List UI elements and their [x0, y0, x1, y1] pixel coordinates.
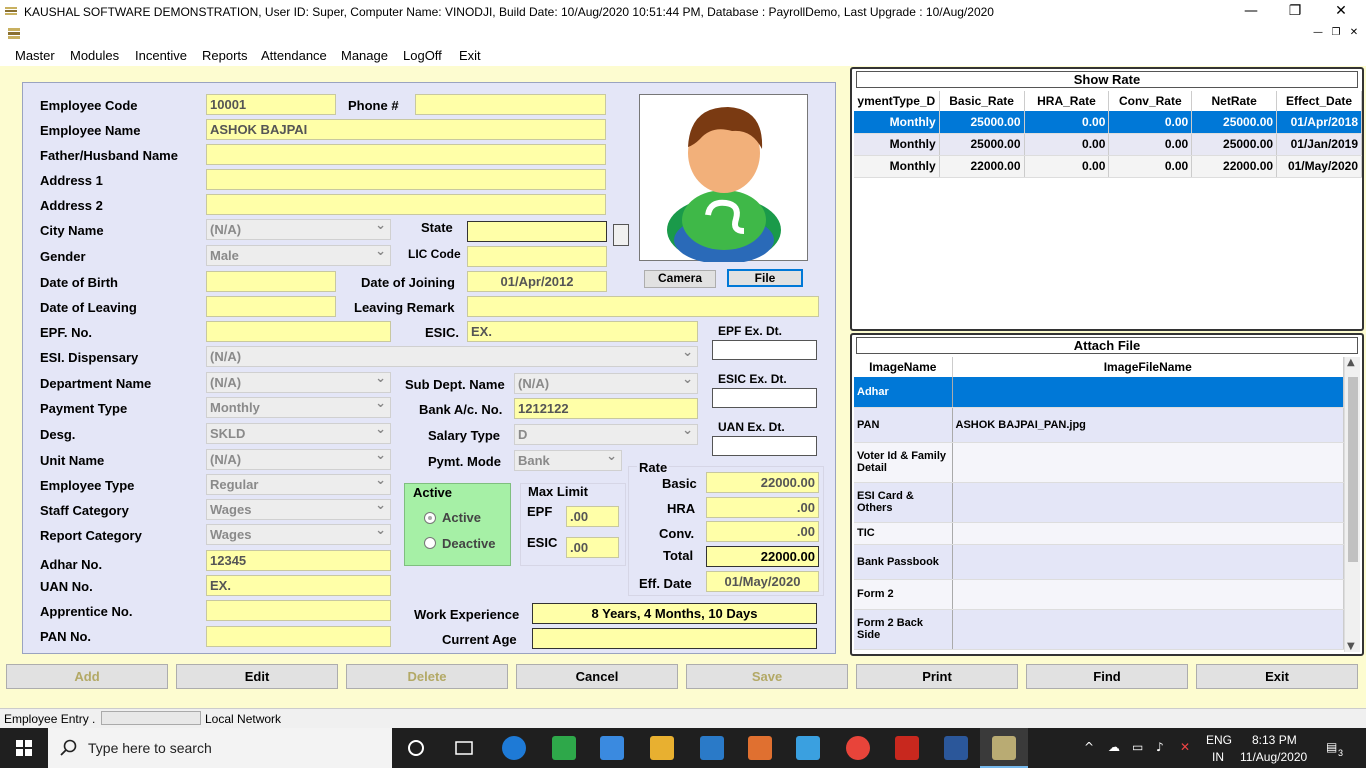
language-region[interactable]: IN	[1212, 750, 1224, 764]
minimize-icon[interactable]: —	[1228, 0, 1274, 24]
cloud-icon[interactable]: ☁	[1108, 740, 1120, 754]
mdi-bar: — ❐ ✕	[0, 24, 1366, 44]
menu-modules[interactable]: Modules	[70, 48, 119, 63]
title-bar: KAUSHAL SOFTWARE DEMONSTRATION, User ID:…	[0, 0, 1366, 24]
search-icon	[60, 739, 77, 756]
notification-icon[interactable]: ▤	[1326, 740, 1337, 754]
status-right-text: Local Network	[205, 712, 282, 726]
active-app-highlight	[980, 728, 1028, 768]
store-icon[interactable]	[600, 736, 624, 760]
find-button[interactable]: Find	[1026, 664, 1188, 689]
maximize-icon[interactable]: ❐	[1272, 0, 1318, 24]
cortana-icon[interactable]	[404, 736, 428, 760]
add-button[interactable]: Add	[6, 664, 168, 689]
menu-incentive[interactable]: Incentive	[135, 48, 187, 63]
exit-button[interactable]: Exit	[1196, 664, 1358, 689]
menu-bar: Master Modules Incentive Reports Attenda…	[0, 44, 1366, 66]
menu-attendance[interactable]: Attendance	[261, 48, 327, 63]
meeting-icon[interactable]	[796, 736, 820, 760]
task-view-icon[interactable]	[452, 736, 476, 760]
status-bar: Employee Entry . Local Network	[0, 708, 1366, 728]
search-placeholder: Type here to search	[88, 740, 212, 756]
cancel-button[interactable]: Cancel	[516, 664, 678, 689]
clock-time[interactable]: 8:13 PM	[1252, 733, 1297, 747]
jd-app-icon[interactable]	[552, 736, 576, 760]
file-explorer-icon[interactable]	[650, 736, 674, 760]
mdi-minimize-icon[interactable]: —	[1310, 26, 1326, 40]
pdf-reader-icon[interactable]	[895, 736, 919, 760]
status-left-text: Employee Entry .	[4, 712, 96, 726]
mail-icon[interactable]	[700, 736, 724, 760]
print-button[interactable]: Print	[856, 664, 1018, 689]
mdi-close-icon[interactable]: ✕	[1346, 26, 1362, 40]
save-button[interactable]: Save	[686, 664, 848, 689]
network-icon[interactable]: ▭	[1132, 740, 1143, 754]
action-bar: Add Edit Delete Cancel Save Print Find E…	[0, 66, 1366, 708]
edge-icon[interactable]	[502, 736, 526, 760]
menu-manage[interactable]: Manage	[341, 48, 388, 63]
close-icon[interactable]: ✕	[1318, 0, 1364, 24]
taskbar: Type here to search ^ ☁ ▭ ♪ ✕ ENG IN 8:1…	[0, 728, 1366, 768]
document-icon	[8, 28, 20, 39]
delete-button[interactable]: Delete	[346, 664, 508, 689]
tray-chevron-icon[interactable]: ^	[1084, 740, 1094, 754]
notification-count: 3	[1338, 748, 1344, 758]
clock-date[interactable]: 11/Aug/2020	[1240, 750, 1307, 764]
menu-reports[interactable]: Reports	[202, 48, 248, 63]
word-icon[interactable]	[944, 736, 968, 760]
language-code[interactable]: ENG	[1206, 733, 1232, 747]
taskbar-search[interactable]: Type here to search	[48, 728, 392, 768]
mdi-restore-icon[interactable]: ❐	[1328, 26, 1344, 40]
status-progress	[101, 711, 201, 725]
volume-icon[interactable]: ♪	[1156, 740, 1164, 754]
windows-start-icon[interactable]	[0, 728, 48, 768]
xampp-icon[interactable]	[748, 736, 772, 760]
edit-button[interactable]: Edit	[176, 664, 338, 689]
menu-master[interactable]: Master	[15, 48, 55, 63]
security-icon[interactable]: ✕	[1180, 740, 1190, 754]
menu-logoff[interactable]: LogOff	[403, 48, 442, 63]
window-title: KAUSHAL SOFTWARE DEMONSTRATION, User ID:…	[24, 5, 994, 19]
app-icon	[5, 7, 17, 15]
menu-exit[interactable]: Exit	[459, 48, 481, 63]
chrome-icon[interactable]	[846, 736, 870, 760]
